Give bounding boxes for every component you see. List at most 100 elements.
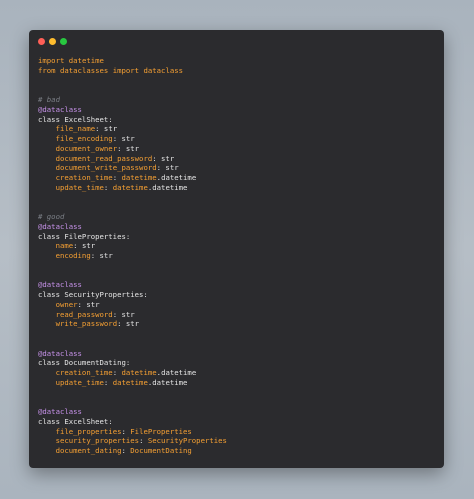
code-block: import datetime from dataclasses import d… — [38, 56, 435, 456]
code-token: : — [117, 319, 126, 329]
code-line: @dataclass — [38, 407, 435, 417]
code-token: : — [112, 309, 122, 319]
code-token: str — [125, 143, 140, 153]
code-window: import datetime from dataclasses import d… — [29, 30, 444, 468]
code-line: import datetime — [38, 56, 435, 66]
code-token: str — [121, 134, 135, 143]
code-token: datetime — [121, 173, 157, 182]
code-line: class ExcelSheet: — [38, 417, 435, 427]
code-token: name — [55, 241, 74, 251]
code-token: write_password — [55, 319, 118, 329]
code-token: @dataclass — [38, 348, 82, 358]
code-line: class SecurityProperties: — [38, 290, 435, 300]
code-token: str — [125, 319, 140, 329]
code-token: datetime — [152, 377, 188, 387]
code-line: file_encoding: str — [38, 134, 435, 144]
code-line: # good — [38, 212, 435, 222]
code-line: @dataclass — [38, 349, 435, 359]
code-token: import — [38, 56, 65, 65]
code-token: @dataclass — [38, 221, 82, 231]
code-token: document_write_password — [55, 163, 157, 173]
code-token: : — [112, 173, 122, 182]
code-token: : — [103, 377, 113, 387]
code-token: read_password — [55, 309, 113, 319]
code-line: update_time: datetime.datetime — [38, 378, 435, 388]
code-line: encoding: str — [38, 251, 435, 261]
code-token: class FileProperties: — [38, 231, 131, 241]
code-token: class SecurityProperties: — [38, 290, 148, 299]
code-token: class ExcelSheet: — [38, 114, 113, 124]
code-token: class ExcelSheet: — [38, 416, 113, 426]
code-token: : — [152, 153, 162, 163]
minimize-dot-icon[interactable] — [49, 38, 56, 45]
code-token: class DocumentDating: — [38, 358, 131, 368]
code-token: @dataclass — [38, 280, 82, 290]
code-token: : — [121, 446, 131, 455]
code-token: datetime — [121, 368, 157, 377]
code-token: dataclass — [143, 65, 184, 75]
code-line: @dataclass — [38, 222, 435, 232]
code-token: update_time — [55, 182, 104, 192]
code-token: FileProperties — [130, 426, 192, 436]
code-line: read_password: str — [38, 310, 435, 320]
code-line: name: str — [38, 241, 435, 251]
code-token: datetime — [152, 182, 188, 192]
code-token: str — [121, 309, 135, 319]
code-line: owner: str — [38, 300, 435, 310]
code-token: from — [38, 65, 56, 75]
code-token: str — [165, 163, 179, 173]
code-token: : — [95, 124, 104, 134]
code-token: import — [112, 65, 140, 75]
code-line: file_name: str — [38, 124, 435, 134]
code-token: str — [86, 299, 100, 309]
code-token: @dataclass — [38, 407, 82, 416]
code-line: class DocumentDating: — [38, 358, 435, 368]
code-token: datetime — [112, 182, 148, 192]
maximize-dot-icon[interactable] — [60, 38, 67, 45]
code-token: : — [73, 241, 82, 251]
close-dot-icon[interactable] — [38, 38, 45, 45]
code-line: document_read_password: str — [38, 154, 435, 164]
code-line: creation_time: datetime.datetime — [38, 173, 435, 183]
code-token: str — [103, 124, 118, 134]
code-line: class FileProperties: — [38, 232, 435, 242]
code-line: @dataclass — [38, 105, 435, 115]
code-token: encoding — [55, 251, 91, 260]
code-token: : — [90, 251, 100, 260]
code-token: # bad — [38, 95, 60, 104]
code-token: : — [112, 368, 122, 377]
window-controls — [38, 38, 67, 45]
code-token: file_name — [55, 124, 96, 134]
code-line: document_write_password: str — [38, 163, 435, 173]
code-token: creation_time — [55, 173, 113, 182]
code-token: str — [99, 251, 113, 260]
code-token: owner — [55, 299, 78, 309]
code-token: SecurityProperties — [147, 436, 227, 446]
code-line: document_owner: str — [38, 144, 435, 154]
code-token: : — [103, 182, 113, 192]
code-token: datetime — [161, 173, 197, 182]
code-line: update_time: datetime.datetime — [38, 183, 435, 193]
code-token: : — [112, 134, 122, 143]
code-token: datetime — [68, 56, 104, 65]
code-line: # bad — [38, 95, 435, 105]
